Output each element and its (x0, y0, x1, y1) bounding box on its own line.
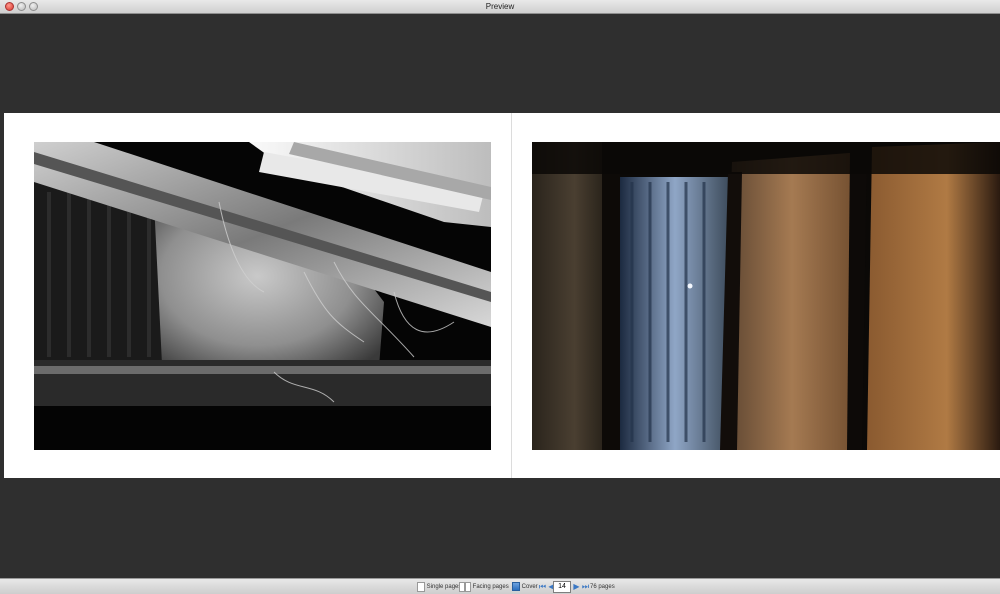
last-page-icon[interactable]: ⏭ (581, 582, 590, 592)
facing-page-right-icon (465, 582, 471, 592)
facing-pages-label: Facing pages (472, 584, 509, 590)
book-viewer[interactable] (0, 14, 1000, 578)
page-number-field[interactable]: 14 (553, 581, 571, 593)
cover-option[interactable]: Cover (512, 582, 538, 592)
page-spread (4, 113, 1000, 478)
facing-pages-option[interactable]: Facing pages (459, 582, 509, 592)
window-title: Preview (485, 2, 515, 11)
left-photo-image (34, 142, 491, 450)
cover-icon (512, 582, 520, 591)
single-page-icon (417, 582, 425, 592)
cover-label: Cover (521, 584, 538, 590)
spread-gutter (511, 113, 512, 478)
bottom-toolbar: Single pages Facing pages Cover ⏮ ◀ 14 ▶ ⏭… (0, 578, 1000, 594)
right-page-photo[interactable] (532, 142, 1000, 450)
window-titlebar: Preview (0, 0, 1000, 14)
total-pages-label: 76 pages (590, 584, 615, 590)
page-nav-forward: ▶ ⏭ (572, 582, 590, 592)
single-pages-option[interactable]: Single pages (417, 582, 461, 592)
left-page-photo[interactable] (34, 142, 491, 450)
first-page-icon[interactable]: ⏮ (538, 582, 547, 592)
single-pages-label: Single pages (426, 584, 462, 590)
right-photo-image (532, 142, 1000, 450)
next-page-icon[interactable]: ▶ (572, 582, 581, 592)
